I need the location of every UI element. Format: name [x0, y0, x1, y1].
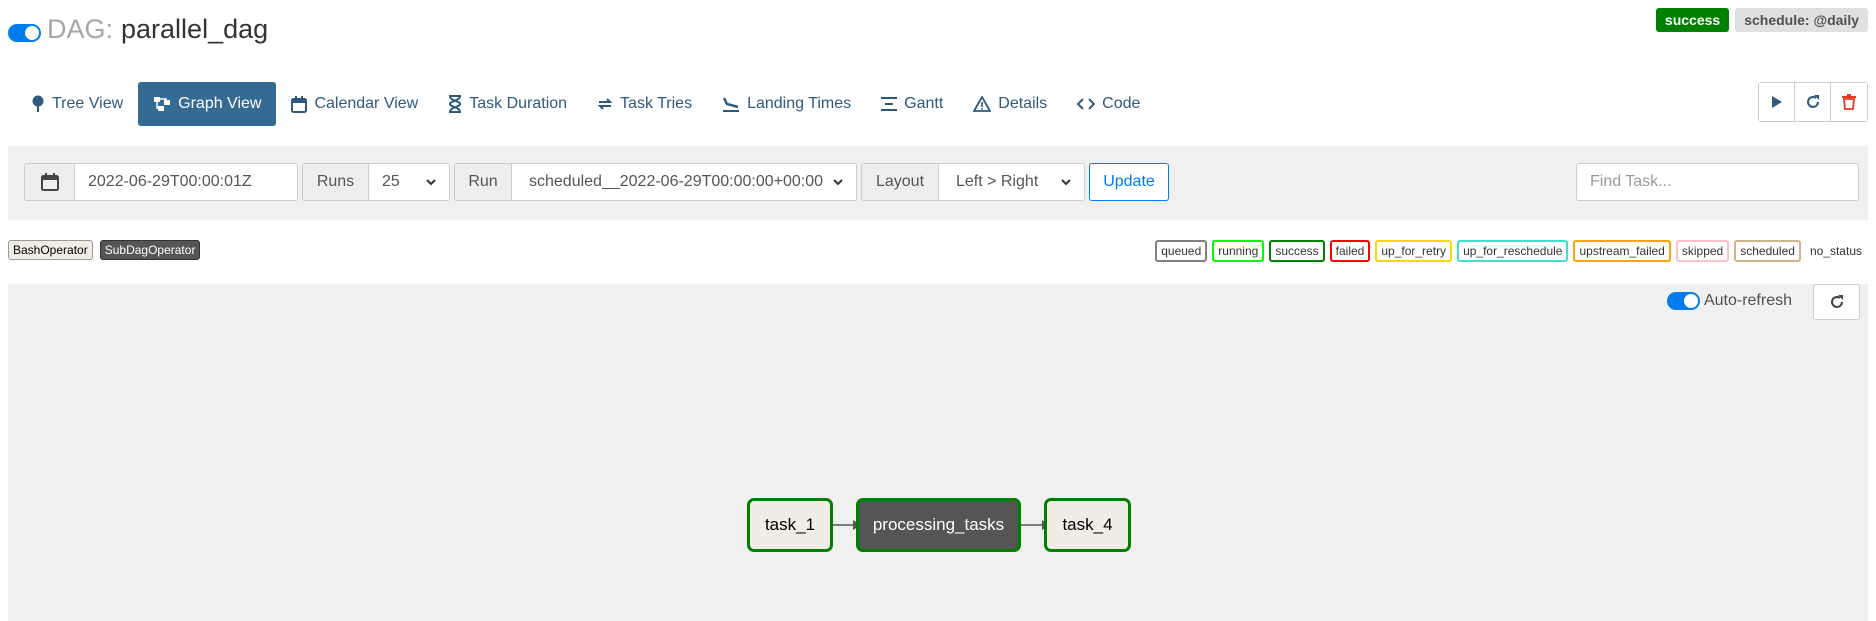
- runs-label: Runs: [303, 164, 369, 200]
- landing-icon: [722, 97, 740, 112]
- refresh-dag-button[interactable]: [1795, 83, 1831, 121]
- graph-icon: [154, 97, 171, 111]
- state-up-for-reschedule[interactable]: up_for_reschedule: [1457, 240, 1569, 262]
- dag-prefix: DAG:: [47, 14, 114, 44]
- state-legend: queued running success failed up_for_ret…: [1155, 240, 1866, 262]
- layout-value: Left > Right: [956, 173, 1039, 190]
- tab-landing-times[interactable]: Landing Times: [707, 82, 866, 126]
- layout-group: Layout Left > Right: [861, 163, 1085, 201]
- tab-label: Graph View: [178, 95, 262, 112]
- tab-label: Task Duration: [469, 95, 568, 112]
- graph-toolbar: 2022-06-29T00:00:01Z Runs 25 Run schedul…: [8, 146, 1868, 220]
- state-failed[interactable]: failed: [1329, 240, 1371, 262]
- refresh-icon: [1806, 95, 1819, 108]
- execution-date-group: 2022-06-29T00:00:01Z: [24, 163, 298, 201]
- dag-actions: [1758, 82, 1868, 122]
- trigger-dag-button[interactable]: [1759, 83, 1795, 121]
- state-queued[interactable]: queued: [1155, 240, 1208, 262]
- state-success[interactable]: success: [1269, 240, 1325, 262]
- dag-pause-toggle[interactable]: [8, 23, 41, 42]
- calendar-icon: [40, 173, 59, 191]
- trash-icon: [1842, 94, 1856, 110]
- graph-canvas[interactable]: Auto-refresh task_1 processing_tasks tas…: [8, 284, 1868, 621]
- update-button[interactable]: Update: [1089, 163, 1169, 201]
- node-label: task_1: [764, 515, 816, 534]
- delete-dag-button[interactable]: [1831, 83, 1867, 121]
- state-up-for-retry[interactable]: up_for_retry: [1375, 240, 1453, 262]
- warning-triangle-icon: [973, 96, 992, 112]
- status-badges: success schedule: @daily: [1655, 8, 1868, 32]
- layout-select[interactable]: Left > Right: [939, 164, 1084, 200]
- task-node-processing-tasks[interactable]: processing_tasks: [856, 498, 1021, 552]
- tree-icon: [32, 95, 44, 112]
- dag-state-badge: success: [1655, 8, 1730, 32]
- run-select[interactable]: scheduled__2022-06-29T00:00:00+00:00: [512, 164, 856, 200]
- chevron-down-icon: [1061, 178, 1071, 185]
- operator-legend: BashOperator SubDagOperator: [8, 240, 201, 260]
- tab-task-tries[interactable]: Task Tries: [582, 82, 707, 126]
- tab-label: Gantt: [904, 95, 944, 112]
- tab-label: Landing Times: [747, 95, 852, 112]
- state-upstream-failed[interactable]: upstream_failed: [1573, 240, 1671, 262]
- chevron-down-icon: [833, 178, 843, 185]
- chevron-down-icon: [426, 178, 436, 185]
- state-skipped[interactable]: skipped: [1675, 240, 1730, 262]
- graph-edges: [832, 520, 1050, 530]
- dag-title: parallel_dag: [121, 14, 269, 44]
- tab-label: Task Tries: [620, 95, 693, 112]
- node-label: task_4: [1062, 515, 1113, 534]
- date-picker-button[interactable]: [25, 164, 75, 200]
- tab-label: Calendar View: [314, 95, 419, 112]
- tab-calendar-view[interactable]: Calendar View: [276, 82, 433, 126]
- tab-label: Details: [998, 95, 1048, 112]
- task-node-task-4[interactable]: task_4: [1044, 498, 1131, 552]
- tab-task-duration[interactable]: Task Duration: [433, 82, 582, 126]
- operator-subdag[interactable]: SubDagOperator: [99, 240, 201, 260]
- task-node-task-1[interactable]: task_1: [747, 498, 833, 552]
- dag-header: DAG: parallel_dag: [8, 14, 268, 45]
- operator-bash[interactable]: BashOperator: [8, 240, 93, 260]
- view-nav: Tree View Graph View Calendar View Task …: [16, 82, 1155, 126]
- find-task-input[interactable]: Find Task...: [1576, 163, 1859, 201]
- state-running[interactable]: running: [1212, 240, 1265, 262]
- retry-icon: [597, 98, 613, 110]
- run-value: scheduled__2022-06-29T00:00:00+00:00: [529, 173, 824, 190]
- node-label: processing_tasks: [872, 515, 1005, 534]
- tab-tree-view[interactable]: Tree View: [16, 82, 138, 126]
- tab-details[interactable]: Details: [958, 82, 1062, 126]
- layout-label: Layout: [862, 164, 939, 200]
- tab-label: Code: [1102, 95, 1141, 112]
- code-icon: [1077, 98, 1096, 110]
- tab-label: Tree View: [52, 95, 124, 112]
- tab-code[interactable]: Code: [1062, 82, 1155, 126]
- hourglass-icon: [449, 95, 462, 113]
- execution-date-input[interactable]: 2022-06-29T00:00:01Z: [75, 164, 297, 200]
- runs-group: Runs 25: [302, 163, 450, 201]
- calendar-icon: [291, 95, 308, 113]
- tab-graph-view[interactable]: Graph View: [138, 82, 277, 126]
- run-group: Run scheduled__2022-06-29T00:00:00+00:00: [454, 163, 857, 201]
- gantt-icon: [881, 97, 898, 111]
- schedule-badge: schedule: @daily: [1735, 8, 1868, 32]
- runs-select[interactable]: 25: [369, 164, 449, 200]
- state-no-status[interactable]: no_status: [1806, 242, 1866, 260]
- tab-gantt[interactable]: Gantt: [866, 82, 958, 126]
- runs-value: 25: [382, 173, 400, 190]
- run-label: Run: [455, 164, 512, 200]
- state-scheduled[interactable]: scheduled: [1734, 240, 1801, 262]
- play-icon: [1771, 96, 1782, 108]
